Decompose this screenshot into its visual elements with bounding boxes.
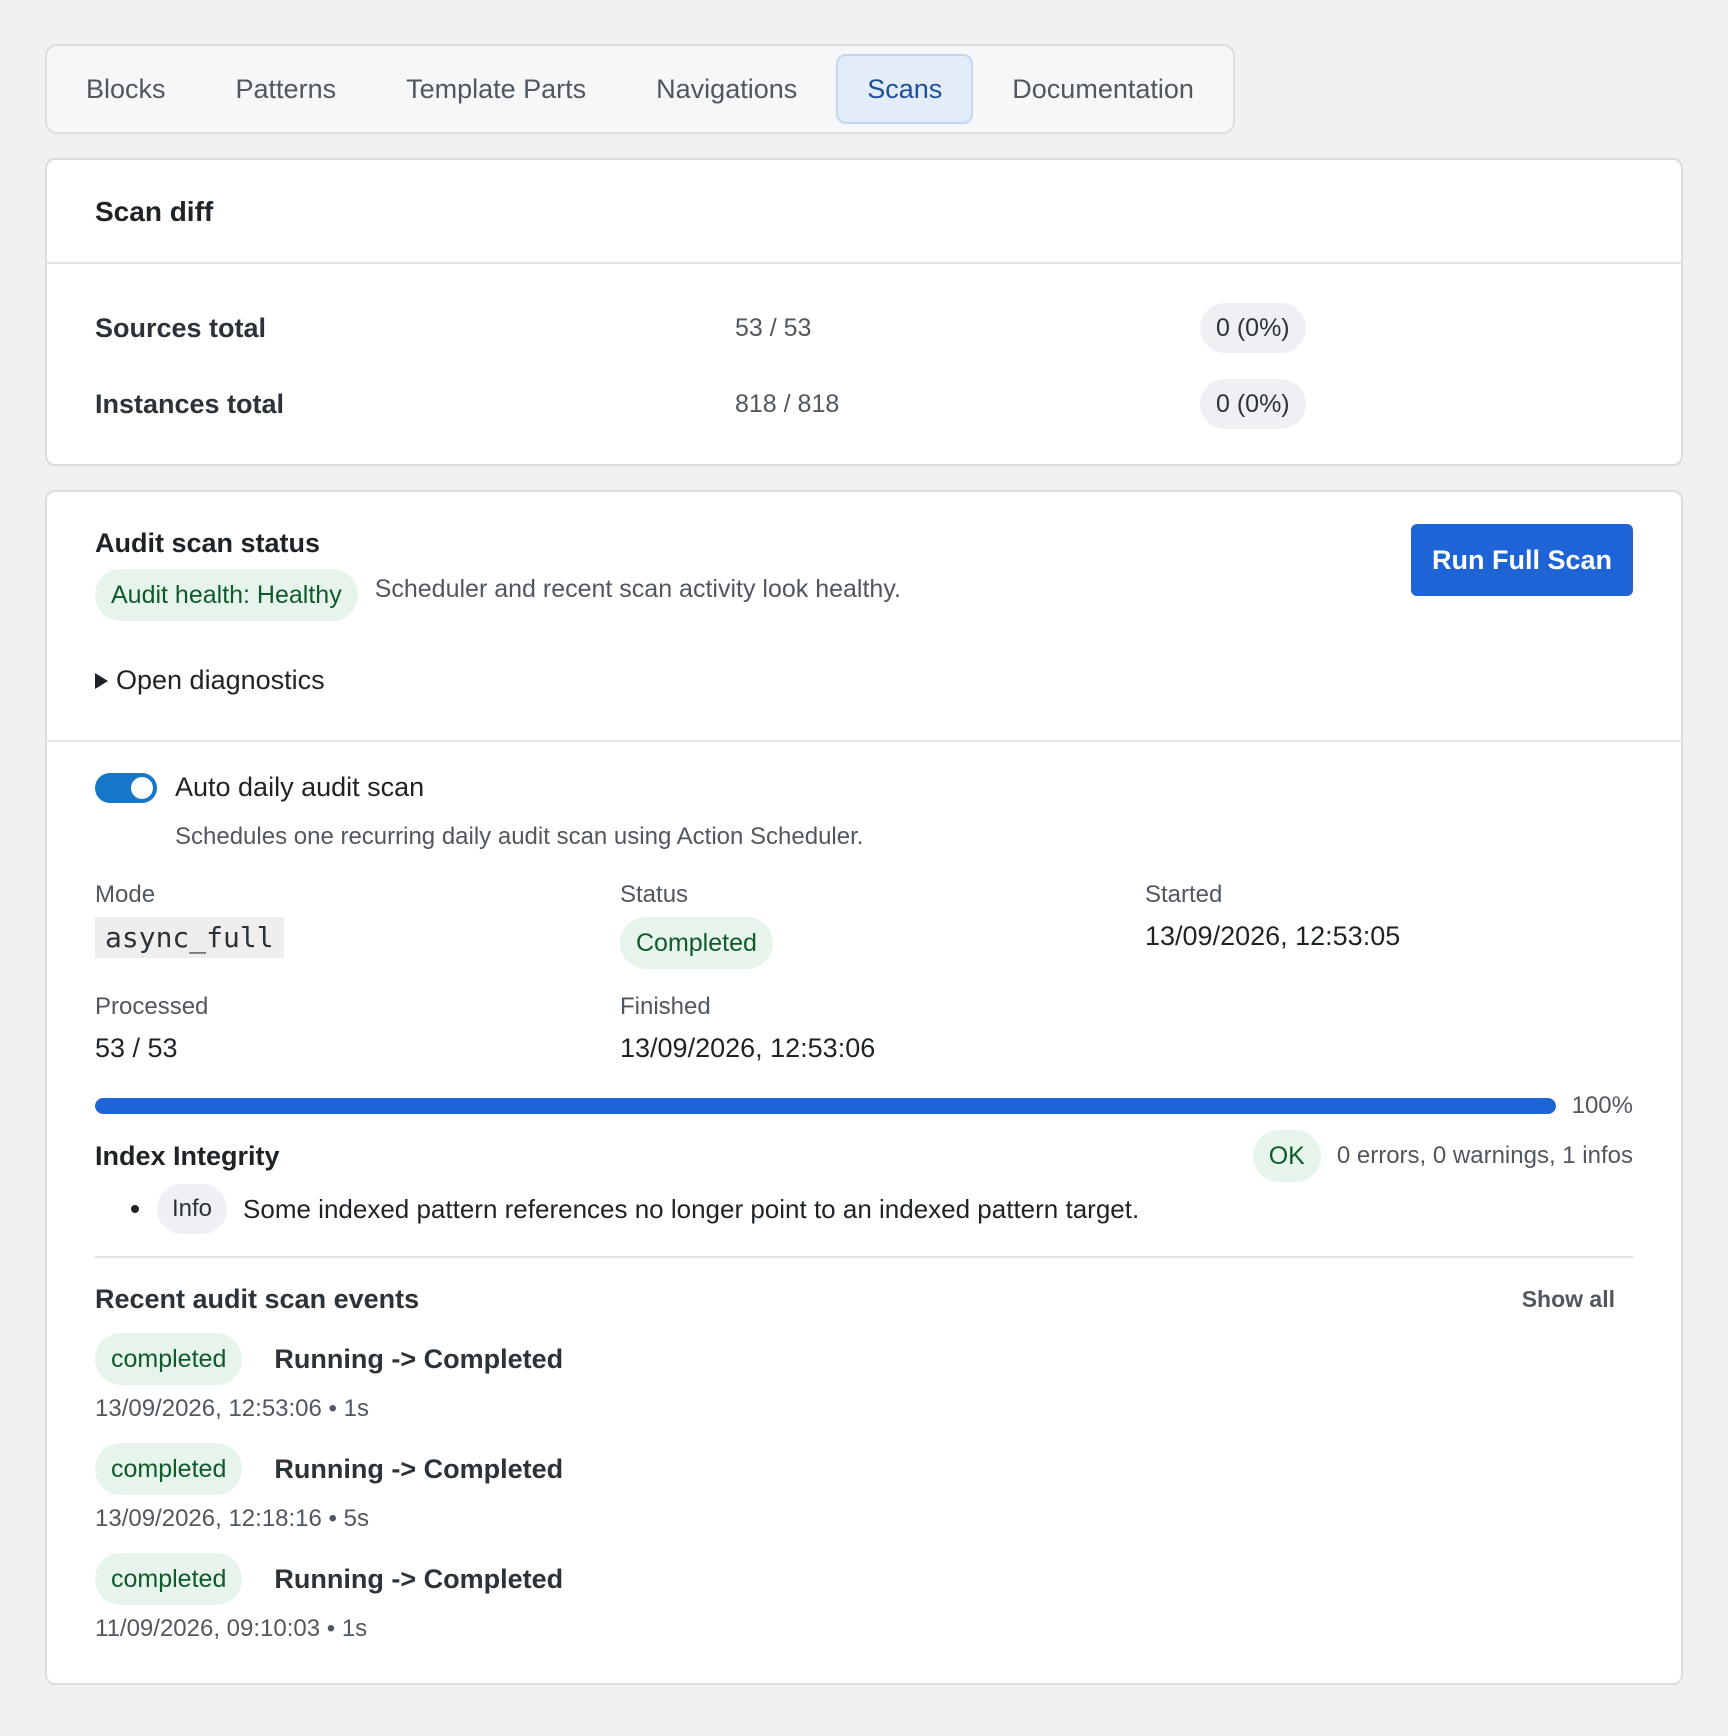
scan-diff-card: Scan diff Sources total 53 / 53 0 (0%) I… <box>45 158 1683 466</box>
progress-fill <box>95 1098 1556 1114</box>
event-status-badge: completed <box>95 1333 243 1385</box>
run-full-scan-button[interactable]: Run Full Scan <box>1411 524 1633 596</box>
progress-row: 100% <box>95 1092 1633 1120</box>
status-badge: Completed <box>620 917 773 969</box>
event-transition: Running -> Completed <box>274 1453 564 1484</box>
tab-documentation[interactable]: Documentation <box>981 54 1225 124</box>
tab-patterns[interactable]: Patterns <box>205 54 368 124</box>
event-transition: Running -> Completed <box>274 1563 564 1594</box>
diff-value: 818 / 818 <box>735 389 840 418</box>
show-all-link[interactable]: Show all <box>1522 1286 1615 1313</box>
disclosure-triangle-icon <box>95 672 108 689</box>
events-title: Recent audit scan events <box>95 1284 420 1314</box>
meta-status: Status Completed <box>620 881 1145 969</box>
diff-delta-badge: 0 (0%) <box>1200 379 1306 429</box>
audit-body: Auto daily audit scan Schedules one recu… <box>47 742 1681 1683</box>
open-diagnostics-label: Open diagnostics <box>116 665 325 695</box>
health-badge: Audit health: Healthy <box>95 569 358 621</box>
divider <box>95 1256 1633 1258</box>
auto-daily-scan-toggle[interactable] <box>95 772 157 803</box>
tab-bar: Blocks Patterns Template Parts Navigatio… <box>45 44 1235 134</box>
processed-value: 53 / 53 <box>95 1033 178 1063</box>
started-label: Started <box>1145 881 1223 908</box>
diff-value: 53 / 53 <box>735 313 812 342</box>
event-item: completed Running -> Completed 11/09/202… <box>95 1553 1633 1643</box>
diff-label: Sources total <box>95 312 267 343</box>
meta-started: Started 13/09/2026, 12:53:05 <box>1145 881 1633 969</box>
scan-diff-body: Sources total 53 / 53 0 (0%) Instances t… <box>47 264 1681 464</box>
integrity-summary: 0 errors, 0 warnings, 1 infos <box>1336 1142 1633 1169</box>
integrity-issue: Info Some indexed pattern references no … <box>131 1184 1633 1234</box>
issue-text: Some indexed pattern references no longe… <box>243 1193 1140 1224</box>
integrity-issues: Info Some indexed pattern references no … <box>95 1184 1633 1234</box>
mode-label: Mode <box>95 881 156 908</box>
event-status-badge: completed <box>95 1553 243 1605</box>
events-list: completed Running -> Completed 13/09/202… <box>95 1333 1633 1643</box>
progress-bar <box>95 1098 1556 1114</box>
tab-blocks[interactable]: Blocks <box>55 54 197 124</box>
finished-label: Finished <box>620 993 711 1020</box>
event-transition: Running -> Completed <box>274 1343 564 1374</box>
event-meta: 13/09/2026, 12:18:16 • 5s <box>95 1505 369 1532</box>
started-value: 13/09/2026, 12:53:05 <box>1145 921 1401 951</box>
integrity-row: Index Integrity OK 0 errors, 0 warnings,… <box>95 1130 1633 1182</box>
auto-daily-scan-label: Auto daily audit scan <box>175 772 425 802</box>
event-item: completed Running -> Completed 13/09/202… <box>95 1333 1633 1423</box>
meta-finished: Finished 13/09/2026, 12:53:06 <box>620 993 1145 1064</box>
toggle-knob <box>131 776 153 799</box>
audit-title: Audit scan status <box>95 528 321 558</box>
diff-label: Instances total <box>95 388 285 419</box>
bullet-icon <box>131 1205 139 1213</box>
integrity-ok-badge: OK <box>1252 1130 1321 1182</box>
open-diagnostics-toggle[interactable]: Open diagnostics <box>95 665 1633 696</box>
audit-card: Audit scan status Audit health: Healthy … <box>45 490 1683 1685</box>
scan-meta-grid: Mode async_full Status Completed Started… <box>95 881 1633 1064</box>
auto-scan-row: Auto daily audit scan <box>95 772 1633 803</box>
page: Blocks Patterns Template Parts Navigatio… <box>0 0 1728 1736</box>
auto-daily-scan-help: Schedules one recurring daily audit scan… <box>175 823 864 850</box>
health-row: Audit health: Healthy Scheduler and rece… <box>95 569 1633 621</box>
tab-template-parts[interactable]: Template Parts <box>375 54 617 124</box>
event-item: completed Running -> Completed 13/09/202… <box>95 1443 1633 1533</box>
integrity-title: Index Integrity <box>95 1140 280 1171</box>
scan-diff-title: Scan diff <box>95 196 214 227</box>
events-header: Recent audit scan events Show all <box>95 1284 1633 1315</box>
diff-row-instances: Instances total 818 / 818 0 (0%) <box>95 366 1633 442</box>
meta-processed: Processed 53 / 53 <box>95 993 620 1064</box>
meta-mode: Mode async_full <box>95 881 620 969</box>
integrity-status: OK 0 errors, 0 warnings, 1 infos <box>1252 1130 1633 1182</box>
event-meta: 13/09/2026, 12:53:06 • 1s <box>95 1395 369 1422</box>
health-description: Scheduler and recent scan activity look … <box>374 574 901 603</box>
diff-delta-badge: 0 (0%) <box>1200 303 1306 353</box>
issue-level-badge: Info <box>157 1184 228 1234</box>
progress-percent: 100% <box>1571 1092 1633 1119</box>
mode-value: async_full <box>95 917 284 958</box>
tab-navigations[interactable]: Navigations <box>625 54 828 124</box>
processed-label: Processed <box>95 993 209 1020</box>
finished-value: 13/09/2026, 12:53:06 <box>620 1033 876 1063</box>
tab-scans[interactable]: Scans <box>836 54 974 124</box>
scan-diff-header: Scan diff <box>47 160 1681 264</box>
event-status-badge: completed <box>95 1443 243 1495</box>
audit-header: Audit scan status Audit health: Healthy … <box>47 492 1681 742</box>
status-label: Status <box>620 881 689 908</box>
diff-row-sources: Sources total 53 / 53 0 (0%) <box>95 290 1633 366</box>
event-meta: 11/09/2026, 09:10:03 • 1s <box>95 1615 368 1642</box>
